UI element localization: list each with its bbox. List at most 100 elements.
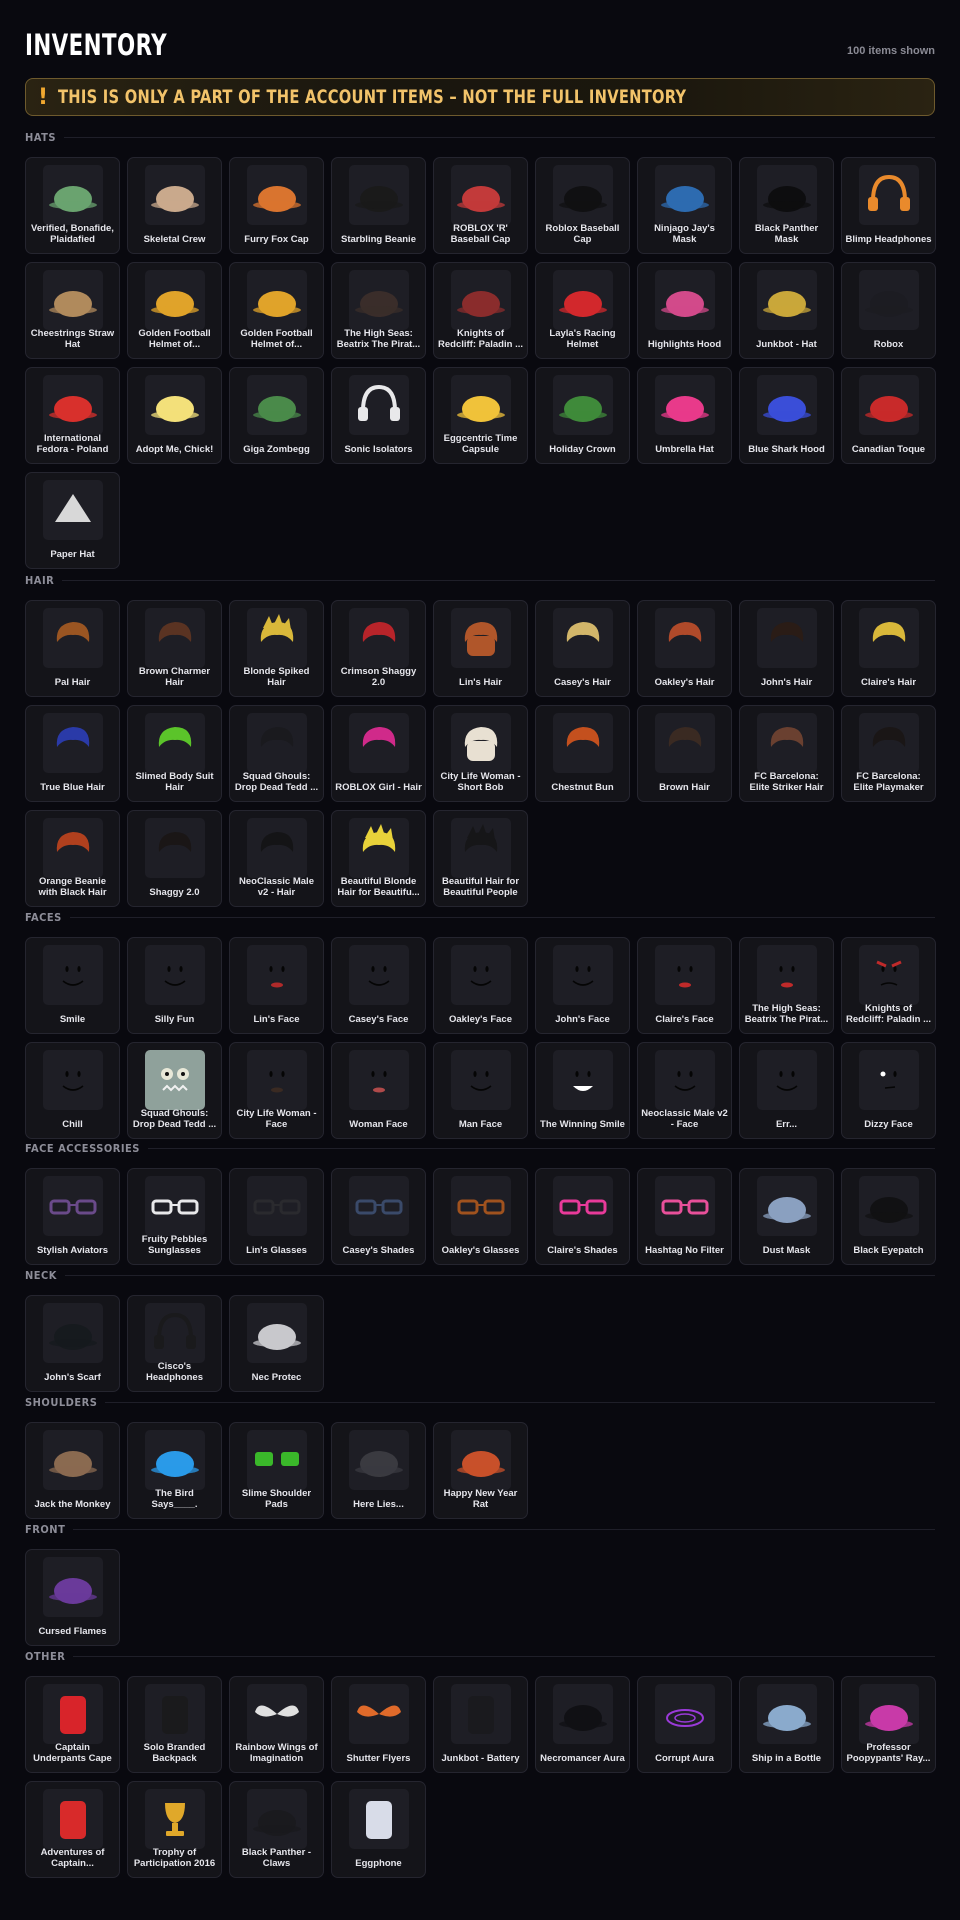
item-card[interactable]: Black Panther - Claws bbox=[229, 1781, 324, 1878]
item-card[interactable]: NeoClassic Male v2 - Hair bbox=[229, 810, 324, 907]
item-card[interactable]: Here Lies... bbox=[331, 1422, 426, 1519]
item-card[interactable]: The Winning Smile bbox=[535, 1042, 630, 1139]
item-card[interactable]: Sonic Isolators bbox=[331, 367, 426, 464]
item-card[interactable]: City Life Woman - Face bbox=[229, 1042, 324, 1139]
item-card[interactable]: Layla's Racing Helmet bbox=[535, 262, 630, 359]
item-card[interactable]: John's Hair bbox=[739, 600, 834, 697]
item-card[interactable]: Golden Football Helmet of... bbox=[229, 262, 324, 359]
item-card[interactable]: The High Seas: Beatrix The Pirat... bbox=[331, 262, 426, 359]
item-card[interactable]: Knights of Redcliff: Paladin ... bbox=[841, 937, 936, 1034]
item-card[interactable]: Adopt Me, Chick! bbox=[127, 367, 222, 464]
item-card[interactable]: Casey's Hair bbox=[535, 600, 630, 697]
item-card[interactable]: Starbling Beanie bbox=[331, 157, 426, 254]
item-card[interactable]: Lin's Hair bbox=[433, 600, 528, 697]
item-card[interactable]: Junkbot - Hat bbox=[739, 262, 834, 359]
item-card[interactable]: Roblox Baseball Cap bbox=[535, 157, 630, 254]
item-card[interactable]: Oakley's Face bbox=[433, 937, 528, 1034]
item-card[interactable]: Nec Protec bbox=[229, 1295, 324, 1392]
item-card[interactable]: Canadian Toque bbox=[841, 367, 936, 464]
item-card[interactable]: ROBLOX Girl - Hair bbox=[331, 705, 426, 802]
item-card[interactable]: Black Eyepatch bbox=[841, 1168, 936, 1265]
item-card[interactable]: John's Face bbox=[535, 937, 630, 1034]
item-card[interactable]: ROBLOX 'R' Baseball Cap bbox=[433, 157, 528, 254]
item-card[interactable]: Solo Branded Backpack bbox=[127, 1676, 222, 1773]
item-card[interactable]: Fruity Pebbles Sunglasses bbox=[127, 1168, 222, 1265]
item-card[interactable]: Brown Charmer Hair bbox=[127, 600, 222, 697]
item-card[interactable]: The High Seas: Beatrix The Pirat... bbox=[739, 937, 834, 1034]
item-card[interactable]: Blonde Spiked Hair bbox=[229, 600, 324, 697]
item-card[interactable]: Err... bbox=[739, 1042, 834, 1139]
item-card[interactable]: FC Barcelona: Elite Playmaker Hair bbox=[841, 705, 936, 802]
item-card[interactable]: Junkbot - Battery bbox=[433, 1676, 528, 1773]
item-card[interactable]: Knights of Redcliff: Paladin ... bbox=[433, 262, 528, 359]
item-card[interactable]: Claire's Face bbox=[637, 937, 732, 1034]
item-card[interactable]: Squad Ghouls: Drop Dead Tedd ... bbox=[127, 1042, 222, 1139]
item-card[interactable]: Robox bbox=[841, 262, 936, 359]
item-card[interactable]: Shaggy 2.0 bbox=[127, 810, 222, 907]
item-card[interactable]: Dust Mask bbox=[739, 1168, 834, 1265]
item-card[interactable]: Dizzy Face bbox=[841, 1042, 936, 1139]
item-card[interactable]: Eggphone bbox=[331, 1781, 426, 1878]
item-card[interactable]: Chill bbox=[25, 1042, 120, 1139]
item-card[interactable]: Slime Shoulder Pads bbox=[229, 1422, 324, 1519]
item-card[interactable]: Stylish Aviators bbox=[25, 1168, 120, 1265]
item-card[interactable]: Blue Shark Hood bbox=[739, 367, 834, 464]
item-card[interactable]: FC Barcelona: Elite Striker Hair bbox=[739, 705, 834, 802]
item-card[interactable]: Captain Underpants Cape bbox=[25, 1676, 120, 1773]
item-card[interactable]: Squad Ghouls: Drop Dead Tedd ... bbox=[229, 705, 324, 802]
item-card[interactable]: Trophy of Participation 2016 bbox=[127, 1781, 222, 1878]
item-card[interactable]: True Blue Hair bbox=[25, 705, 120, 802]
item-card[interactable]: Rainbow Wings of Imagination bbox=[229, 1676, 324, 1773]
item-card[interactable]: Crimson Shaggy 2.0 bbox=[331, 600, 426, 697]
item-card[interactable]: Pal Hair bbox=[25, 600, 120, 697]
item-card[interactable]: Woman Face bbox=[331, 1042, 426, 1139]
item-card[interactable]: Eggcentric Time Capsule bbox=[433, 367, 528, 464]
item-card[interactable]: Lin's Glasses bbox=[229, 1168, 324, 1265]
item-card[interactable]: Paper Hat bbox=[25, 472, 120, 569]
item-card[interactable]: Chestnut Bun bbox=[535, 705, 630, 802]
item-card[interactable]: Orange Beanie with Black Hair bbox=[25, 810, 120, 907]
item-card[interactable]: Cheestrings Straw Hat bbox=[25, 262, 120, 359]
item-card[interactable]: Ship in a Bottle bbox=[739, 1676, 834, 1773]
item-card[interactable]: Brown Hair bbox=[637, 705, 732, 802]
item-card[interactable]: Corrupt Aura bbox=[637, 1676, 732, 1773]
item-card[interactable]: Verified, Bonafide, Plaidafied bbox=[25, 157, 120, 254]
item-card[interactable]: International Fedora - Poland bbox=[25, 367, 120, 464]
item-card[interactable]: Cursed Flames bbox=[25, 1549, 120, 1646]
item-card[interactable]: Professor Poopypants' Ray... bbox=[841, 1676, 936, 1773]
item-card[interactable]: Casey's Face bbox=[331, 937, 426, 1034]
item-card[interactable]: Umbrella Hat bbox=[637, 367, 732, 464]
item-card[interactable]: Claire's Hair bbox=[841, 600, 936, 697]
item-card[interactable]: Golden Football Helmet of... bbox=[127, 262, 222, 359]
item-card[interactable]: Beautiful Hair for Beautiful People bbox=[433, 810, 528, 907]
item-card[interactable]: Casey's Shades bbox=[331, 1168, 426, 1265]
item-card[interactable]: Silly Fun bbox=[127, 937, 222, 1034]
item-card[interactable]: Adventures of Captain... bbox=[25, 1781, 120, 1878]
item-card[interactable]: Necromancer Aura bbox=[535, 1676, 630, 1773]
item-card[interactable]: Hashtag No Filter bbox=[637, 1168, 732, 1265]
item-card[interactable]: Slimed Body Suit Hair bbox=[127, 705, 222, 802]
item-card[interactable]: Happy New Year Rat bbox=[433, 1422, 528, 1519]
item-card[interactable]: Shutter Flyers bbox=[331, 1676, 426, 1773]
item-card[interactable]: Beautiful Blonde Hair for Beautifu... bbox=[331, 810, 426, 907]
item-card[interactable]: Oakley's Glasses bbox=[433, 1168, 528, 1265]
item-card[interactable]: Blimp Headphones bbox=[841, 157, 936, 254]
item-card[interactable]: Neoclassic Male v2 - Face bbox=[637, 1042, 732, 1139]
item-card[interactable]: Man Face bbox=[433, 1042, 528, 1139]
item-card[interactable]: The Bird Says____. bbox=[127, 1422, 222, 1519]
item-card[interactable]: Ninjago Jay's Mask bbox=[637, 157, 732, 254]
item-card[interactable]: Skeletal Crew bbox=[127, 157, 222, 254]
item-card[interactable]: Black Panther Mask bbox=[739, 157, 834, 254]
item-card[interactable]: Giga Zombegg bbox=[229, 367, 324, 464]
item-card[interactable]: Claire's Shades bbox=[535, 1168, 630, 1265]
item-card[interactable]: John's Scarf bbox=[25, 1295, 120, 1392]
item-card[interactable]: Cisco's Headphones bbox=[127, 1295, 222, 1392]
item-card[interactable]: Lin's Face bbox=[229, 937, 324, 1034]
item-card[interactable]: Jack the Monkey bbox=[25, 1422, 120, 1519]
item-card[interactable]: Holiday Crown bbox=[535, 367, 630, 464]
item-card[interactable]: Furry Fox Cap bbox=[229, 157, 324, 254]
item-card[interactable]: Highlights Hood bbox=[637, 262, 732, 359]
item-card[interactable]: Smile bbox=[25, 937, 120, 1034]
item-card[interactable]: City Life Woman - Short Bob bbox=[433, 705, 528, 802]
item-card[interactable]: Oakley's Hair bbox=[637, 600, 732, 697]
